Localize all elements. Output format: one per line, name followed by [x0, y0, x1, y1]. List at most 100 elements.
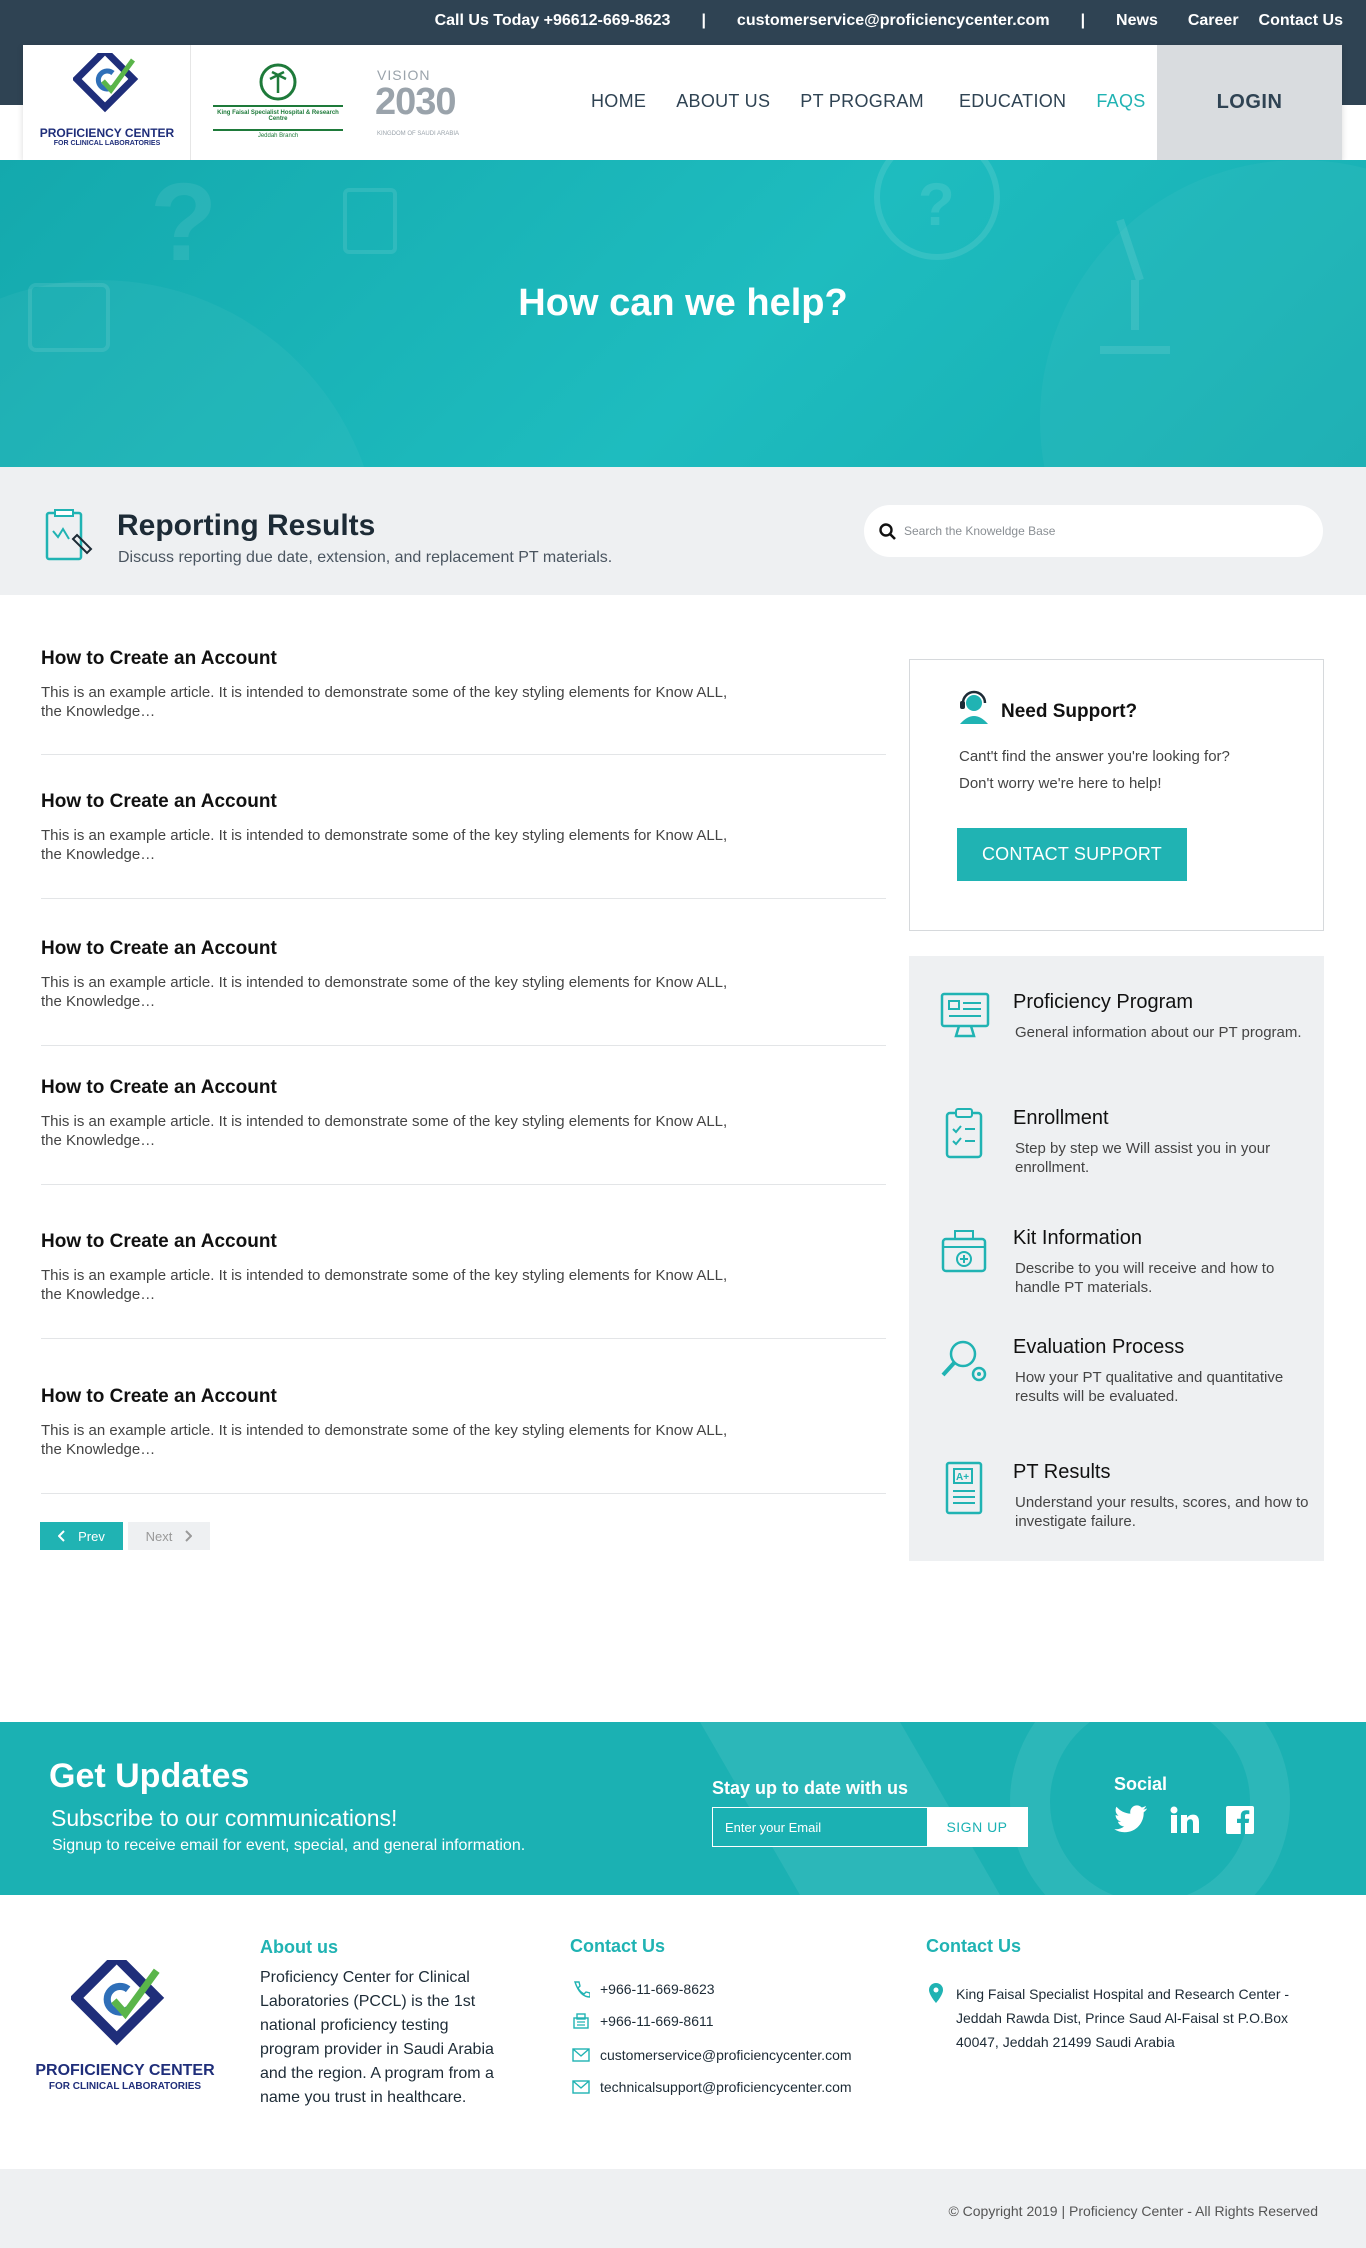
footer-about-heading: About us	[260, 1937, 338, 1957]
nav-about-us[interactable]: ABOUT US	[676, 91, 770, 112]
category-desc: How your PT qualitative and quantitative…	[1015, 1369, 1284, 1405]
footer-phone[interactable]: +966-11-669-8623	[572, 1980, 715, 1998]
hero-banner: ? ? How can we help?	[0, 160, 1366, 467]
magnifier-gear-icon	[941, 1340, 987, 1382]
vision-year: 2030	[375, 81, 457, 123]
phone-icon	[574, 1981, 590, 1998]
vision-2030-logo: VISION 2030 KINGDOM OF SAUDI ARABIA	[373, 67, 483, 147]
signup-button[interactable]: SIGN UP	[927, 1808, 1027, 1846]
footer-email-technical[interactable]: technicalsupport@proficiencycenter.com	[572, 2079, 852, 2095]
article-item[interactable]: How to Create an Account This is an exam…	[41, 1231, 886, 1339]
article-title[interactable]: How to Create an Account	[41, 1077, 277, 1099]
top-email-link[interactable]: customerservice@proficiencycenter.com	[737, 12, 1050, 30]
article-excerpt: This is an example article. It is intend…	[41, 827, 728, 863]
fax-icon	[573, 2013, 589, 2029]
footer-address: King Faisal Specialist Hospital and Rese…	[956, 1986, 1290, 2050]
login-button[interactable]: LOGIN	[1157, 45, 1342, 160]
twitter-icon[interactable]	[1114, 1805, 1148, 1833]
article-item[interactable]: How to Create an Account This is an exam…	[41, 938, 886, 1046]
separator: |	[701, 12, 706, 29]
support-title: Need Support?	[1001, 701, 1138, 722]
prev-page-button[interactable]: Prev	[40, 1522, 123, 1550]
newsletter-email-input[interactable]	[713, 1808, 925, 1846]
article-item[interactable]: How to Create an Account This is an exam…	[41, 1386, 886, 1494]
top-link-career[interactable]: Career	[1188, 12, 1239, 30]
article-item[interactable]: How to Create an Account This is an exam…	[41, 791, 886, 899]
nav-faqs[interactable]: FAQS	[1096, 91, 1145, 112]
article-title[interactable]: How to Create an Account	[41, 648, 277, 670]
site-header: PROFICIENCY CENTER FOR CLINICAL LABORATO…	[23, 45, 1342, 160]
article-title[interactable]: How to Create an Account	[41, 791, 277, 813]
article-title[interactable]: How to Create an Account	[41, 1231, 277, 1253]
vision-sub: KINGDOM OF SAUDI ARABIA	[377, 131, 460, 137]
stay-updated-label: Stay up to date with us	[712, 1778, 909, 1798]
partner-branch: Jeddah Branch	[257, 133, 299, 139]
prev-label: Prev	[78, 1528, 105, 1544]
site-footer: PROFICIENCY CENTER FOR CLINICAL LABORATO…	[0, 1895, 1366, 2169]
logo-mark-icon	[71, 1960, 165, 2046]
svg-text:?: ?	[918, 171, 955, 238]
article-excerpt: This is an example article. It is intend…	[41, 1267, 728, 1303]
support-line-1: Cant't find the answer you're looking fo…	[959, 748, 1230, 765]
category-title[interactable]: Kit Information	[1013, 1227, 1142, 1250]
facebook-icon[interactable]	[1226, 1806, 1254, 1834]
nav-home[interactable]: HOME	[591, 91, 646, 112]
customer-email: customerservice@proficiencycenter.com	[600, 2047, 852, 2063]
report-document-icon	[45, 509, 93, 561]
partner-logo: King Faisal Specialist Hospital & Resear…	[213, 63, 343, 148]
site-logo[interactable]: PROFICIENCY CENTER FOR CLINICAL LABORATO…	[23, 45, 191, 160]
footer-fax[interactable]: +966-11-669-8611	[572, 2012, 714, 2030]
partner-line	[213, 129, 343, 131]
category-desc: Describe to you will receive and how to …	[1015, 1260, 1275, 1296]
article-title[interactable]: How to Create an Account	[41, 938, 277, 960]
chevron-left-icon	[58, 1530, 65, 1542]
top-link-news[interactable]: News	[1116, 12, 1158, 30]
category-title[interactable]: Enrollment	[1013, 1107, 1109, 1130]
category-title[interactable]: Evaluation Process	[1013, 1336, 1184, 1359]
category-title[interactable]: Proficiency Program	[1013, 991, 1193, 1014]
logo-subtitle: FOR CLINICAL LABORATORIES	[53, 140, 161, 147]
article-title[interactable]: How to Create an Account	[41, 1386, 277, 1408]
footer-email-customer[interactable]: customerservice@proficiencycenter.com	[572, 2047, 852, 2063]
category-title[interactable]: PT Results	[1013, 1461, 1110, 1484]
category-title: Reporting Results	[117, 509, 376, 542]
categories-panel: Proficiency Program General information …	[909, 956, 1324, 1561]
category-desc: Understand your results, scores, and how…	[1015, 1494, 1309, 1530]
category-desc: Step by step we Will assist you in your …	[1015, 1140, 1271, 1176]
article-item[interactable]: How to Create an Account This is an exam…	[41, 648, 886, 755]
search-input[interactable]	[904, 505, 1304, 557]
footer-logo[interactable]: PROFICIENCY CENTER FOR CLINICAL LABORATO…	[35, 1960, 215, 2100]
location-pin-icon	[929, 1983, 943, 2003]
article-excerpt: This is an example article. It is intend…	[41, 1422, 728, 1458]
footer-about-text: Proficiency Center for Clinical Laborato…	[260, 1969, 494, 2106]
copyright-text: © Copyright 2019 | Proficiency Center - …	[948, 2203, 1318, 2219]
next-page-button[interactable]: Next	[128, 1522, 210, 1550]
separator: |	[1080, 12, 1086, 29]
support-agent-icon	[960, 690, 988, 724]
article-item[interactable]: How to Create an Account This is an exam…	[41, 1077, 886, 1185]
nav-pt-program[interactable]: PT PROGRAM	[800, 91, 924, 112]
top-link-contact[interactable]: Contact Us	[1259, 12, 1343, 30]
linkedin-icon[interactable]	[1170, 1806, 1200, 1834]
social-label: Social	[1114, 1774, 1168, 1794]
footer-logo-subtitle: FOR CLINICAL LABORATORIES	[48, 2081, 202, 2092]
article-excerpt: This is an example article. It is intend…	[41, 684, 728, 720]
svg-text:?: ?	[150, 161, 217, 284]
newsletter-form: SIGN UP	[712, 1807, 1028, 1847]
next-label: Next	[145, 1528, 173, 1544]
category-desc: General information about our PT program…	[1015, 1024, 1302, 1041]
article-excerpt: This is an example article. It is intend…	[41, 1113, 728, 1149]
footer-address-heading: Contact Us	[926, 1936, 1022, 1956]
support-line-2: Don't worry we're here to help!	[959, 775, 1162, 792]
copyright-bar: © Copyright 2019 | Proficiency Center - …	[0, 2169, 1366, 2248]
contact-support-button[interactable]: CONTACT SUPPORT	[957, 828, 1187, 881]
article-excerpt: This is an example article. It is intend…	[41, 974, 728, 1010]
search-icon[interactable]	[879, 523, 897, 541]
category-header: Reporting Results Discuss reporting due …	[0, 467, 1366, 595]
updates-subtitle: Subscribe to our communications!	[51, 1805, 398, 1831]
nav-education[interactable]: EDUCATION	[959, 91, 1066, 112]
grade-document-icon: A+	[945, 1461, 983, 1515]
kit-box-icon	[941, 1230, 987, 1273]
technical-email: technicalsupport@proficiencycenter.com	[600, 2079, 852, 2095]
call-us-text[interactable]: Call Us Today +96612-669-8623	[435, 12, 671, 30]
